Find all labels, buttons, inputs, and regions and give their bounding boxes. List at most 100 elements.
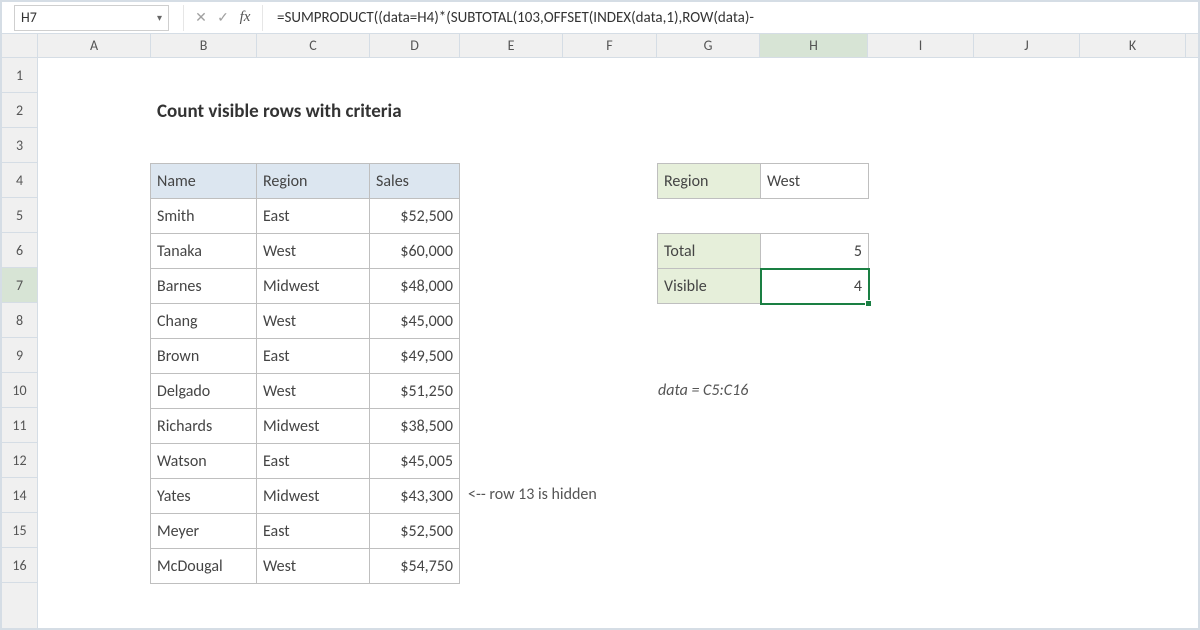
formula-bar: H7 ▾ ✕ ✓ fx =SUMPRODUCT((data=H4)*(SUBTO…	[2, 2, 1198, 34]
table-cell[interactable]: West	[257, 234, 370, 269]
row-header-8[interactable]: 8	[2, 303, 37, 338]
cells-area[interactable]: Count visible rows with criteria NameReg…	[38, 58, 1198, 628]
column-header-H[interactable]: H	[760, 34, 868, 57]
table-header[interactable]: Region	[257, 164, 370, 199]
row-header-9[interactable]: 9	[2, 338, 37, 373]
column-header-E[interactable]: E	[460, 34, 563, 57]
table-cell[interactable]: $45,000	[370, 304, 460, 339]
column-header-A[interactable]: A	[38, 34, 151, 57]
table-row: BarnesMidwest$48,000	[151, 269, 460, 304]
table-row: ChangWest$45,000	[151, 304, 460, 339]
row-header-7[interactable]: 7	[2, 268, 37, 303]
table-cell[interactable]: Meyer	[151, 514, 257, 549]
table-cell[interactable]: McDougal	[151, 549, 257, 584]
row-header-5[interactable]: 5	[2, 198, 37, 233]
hidden-row-note: <-- row 13 is hidden	[468, 485, 597, 504]
region-table: Region West	[657, 163, 869, 199]
column-headers: ABCDEFGHIJK	[38, 34, 1198, 58]
table-row: YatesMidwest$43,300	[151, 479, 460, 514]
divider	[183, 5, 184, 31]
page-title: Count visible rows with criteria	[151, 94, 551, 129]
row-header-1[interactable]: 1	[2, 58, 37, 93]
visible-value: 4	[854, 277, 862, 296]
table-cell[interactable]: Midwest	[257, 409, 370, 444]
region-value[interactable]: West	[761, 164, 869, 199]
column-header-C[interactable]: C	[257, 34, 370, 57]
table-cell[interactable]: Midwest	[257, 269, 370, 304]
table-cell[interactable]: Smith	[151, 199, 257, 234]
table-cell[interactable]: Watson	[151, 444, 257, 479]
row-header-3[interactable]: 3	[2, 128, 37, 163]
chevron-down-icon[interactable]: ▾	[157, 11, 162, 24]
column-header-D[interactable]: D	[370, 34, 460, 57]
range-note: data = C5:C16	[658, 381, 748, 400]
table-row: WatsonEast$45,005	[151, 444, 460, 479]
table-row: RichardsMidwest$38,500	[151, 409, 460, 444]
table-cell[interactable]: $38,500	[370, 409, 460, 444]
table-cell[interactable]: Richards	[151, 409, 257, 444]
table-row: BrownEast$49,500	[151, 339, 460, 374]
enter-icon[interactable]: ✓	[212, 9, 234, 26]
column-header-I[interactable]: I	[868, 34, 974, 57]
row-header-15[interactable]: 15	[2, 513, 37, 548]
table-header[interactable]: Sales	[370, 164, 460, 199]
table-cell[interactable]: Tanaka	[151, 234, 257, 269]
data-table: NameRegionSalesSmithEast$52,500TanakaWes…	[150, 163, 460, 584]
table-cell[interactable]: Barnes	[151, 269, 257, 304]
table-row: DelgadoWest$51,250	[151, 374, 460, 409]
total-value[interactable]: 5	[761, 234, 869, 269]
table-cell[interactable]: East	[257, 339, 370, 374]
table-cell[interactable]: $52,500	[370, 514, 460, 549]
row-header-6[interactable]: 6	[2, 233, 37, 268]
cancel-icon[interactable]: ✕	[190, 9, 212, 26]
table-cell[interactable]: $48,000	[370, 269, 460, 304]
total-label: Total	[658, 234, 761, 269]
column-header-J[interactable]: J	[974, 34, 1080, 57]
row-header-16[interactable]: 16	[2, 548, 37, 583]
table-cell[interactable]: $51,250	[370, 374, 460, 409]
column-header-K[interactable]: K	[1080, 34, 1186, 57]
table-cell[interactable]: $52,500	[370, 199, 460, 234]
row-header-2[interactable]: 2	[2, 93, 37, 128]
select-all-corner[interactable]	[2, 34, 37, 58]
table-cell[interactable]: $54,750	[370, 549, 460, 584]
table-row: SmithEast$52,500	[151, 199, 460, 234]
table-cell[interactable]: East	[257, 444, 370, 479]
visible-value-cell[interactable]: 4	[761, 269, 869, 304]
fx-icon[interactable]: fx	[234, 9, 256, 26]
table-row: McDougalWest$54,750	[151, 549, 460, 584]
table-cell[interactable]: Chang	[151, 304, 257, 339]
table-cell[interactable]: East	[257, 199, 370, 234]
table-cell[interactable]: West	[257, 304, 370, 339]
table-cell[interactable]: East	[257, 514, 370, 549]
row-header-10[interactable]: 10	[2, 373, 37, 408]
region-label: Region	[658, 164, 761, 199]
name-box-value: H7	[21, 9, 157, 26]
row-header-12[interactable]: 12	[2, 443, 37, 478]
table-cell[interactable]: Delgado	[151, 374, 257, 409]
name-box[interactable]: H7 ▾	[14, 5, 169, 31]
table-cell[interactable]: West	[257, 549, 370, 584]
table-cell[interactable]: $60,000	[370, 234, 460, 269]
table-cell[interactable]: West	[257, 374, 370, 409]
row-header-11[interactable]: 11	[2, 408, 37, 443]
grid: ABCDEFGHIJK Count visible rows with crit…	[38, 34, 1198, 628]
column-header-B[interactable]: B	[151, 34, 257, 57]
row-header-4[interactable]: 4	[2, 163, 37, 198]
column-header-G[interactable]: G	[657, 34, 760, 57]
table-cell[interactable]: $45,005	[370, 444, 460, 479]
table-cell[interactable]: Yates	[151, 479, 257, 514]
table-cell[interactable]: $49,500	[370, 339, 460, 374]
table-cell[interactable]: Midwest	[257, 479, 370, 514]
divider	[262, 5, 263, 31]
row-header-14[interactable]: 14	[2, 478, 37, 513]
fill-handle[interactable]	[865, 300, 872, 307]
row-headers: 123456789101112141516	[2, 34, 38, 628]
table-cell[interactable]: $43,300	[370, 479, 460, 514]
formula-input[interactable]: =SUMPRODUCT((data=H4)*(SUBTOTAL(103,OFFS…	[269, 3, 1198, 33]
spreadsheet: 123456789101112141516 ABCDEFGHIJK Count …	[2, 34, 1198, 628]
table-cell[interactable]: Brown	[151, 339, 257, 374]
table-header[interactable]: Name	[151, 164, 257, 199]
column-header-F[interactable]: F	[563, 34, 657, 57]
table-row: TanakaWest$60,000	[151, 234, 460, 269]
